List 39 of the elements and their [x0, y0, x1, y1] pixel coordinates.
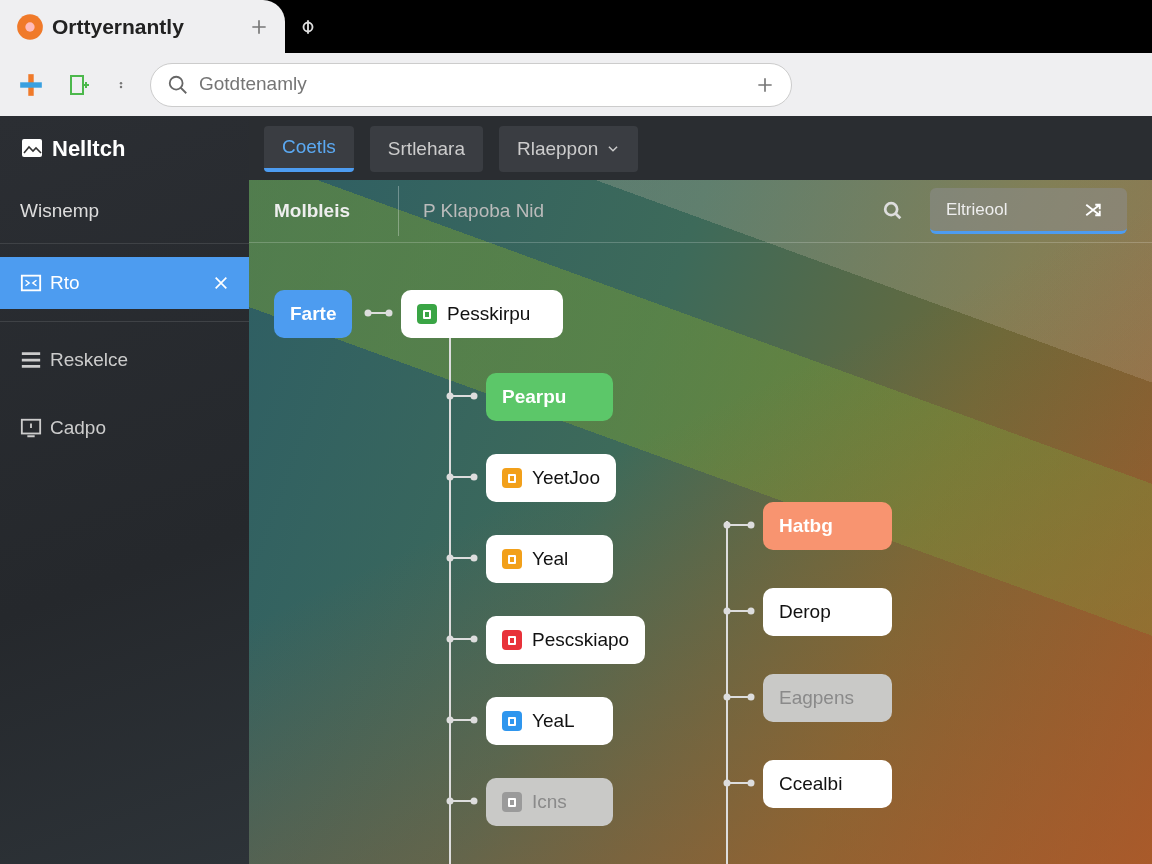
connector — [446, 554, 478, 562]
connector — [446, 635, 478, 643]
connector — [446, 797, 478, 805]
image-icon — [20, 136, 44, 160]
connector — [723, 607, 755, 615]
search-icon — [167, 73, 189, 96]
connector — [446, 473, 478, 481]
image-icon — [20, 272, 42, 294]
close-icon[interactable] — [213, 275, 229, 291]
tab[interactable]: Rlaeppon — [498, 126, 639, 172]
sidebar-panel-icon[interactable] — [68, 72, 92, 97]
connector — [446, 716, 478, 724]
toolbar-subtitle: P Klapoba Nid — [422, 198, 546, 223]
address-bar[interactable]: Gotdtenamly — [150, 62, 792, 107]
diagram-node[interactable]: YeaL — [486, 697, 613, 745]
site-icon — [16, 12, 44, 41]
diagram-node[interactable]: YeetJoo — [486, 454, 616, 502]
sidebar-heading: Wisnemp — [20, 199, 100, 224]
connector — [364, 309, 393, 317]
monitor-icon — [20, 417, 42, 439]
diagram-node[interactable]: Yeal — [486, 535, 613, 583]
tab[interactable]: Coetls — [264, 126, 354, 172]
connector — [723, 779, 755, 787]
diagram-node[interactable]: Pescskiapo — [486, 616, 646, 664]
menu-icon — [20, 349, 42, 371]
toolbar-title: Molbleis — [274, 186, 399, 236]
diagram-node[interactable]: Pesskirpu — [401, 290, 563, 338]
tab[interactable]: Srtlehara — [369, 126, 483, 172]
sidebar-item[interactable]: Cadpo — [0, 402, 249, 454]
connector — [446, 392, 478, 400]
connector — [723, 693, 755, 701]
plus-logo-icon[interactable] — [18, 71, 44, 98]
diagram-node[interactable]: Derop — [763, 588, 892, 636]
diagram-node[interactable]: Ccealbi — [763, 760, 892, 808]
connector — [723, 521, 755, 529]
search-icon[interactable] — [882, 200, 904, 222]
browser-tab[interactable]: Orttyernantly — [0, 0, 285, 53]
app-title: Nelltch — [52, 134, 126, 163]
sidebar-item[interactable]: Reskelce — [0, 334, 249, 386]
